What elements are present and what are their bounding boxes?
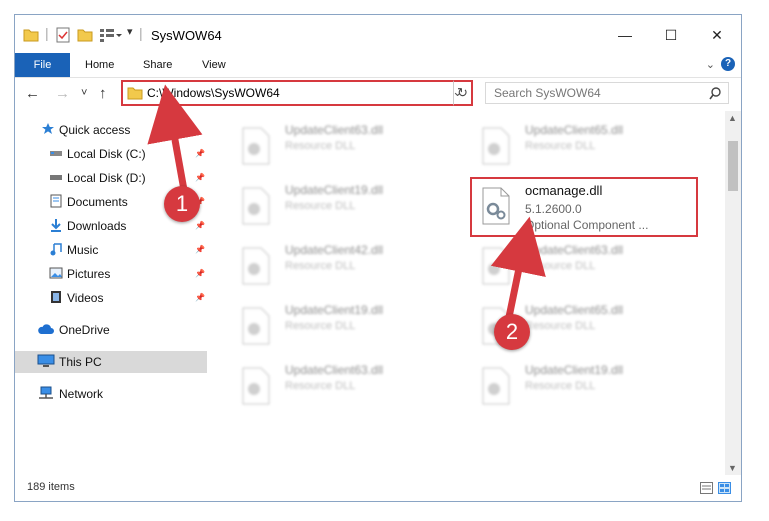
arrow-2 xyxy=(490,216,546,323)
arrow-1 xyxy=(147,84,203,191)
step-1-badge: 1 xyxy=(164,186,200,222)
annotation-arrows xyxy=(147,84,546,323)
step-2-badge: 2 xyxy=(494,314,530,350)
